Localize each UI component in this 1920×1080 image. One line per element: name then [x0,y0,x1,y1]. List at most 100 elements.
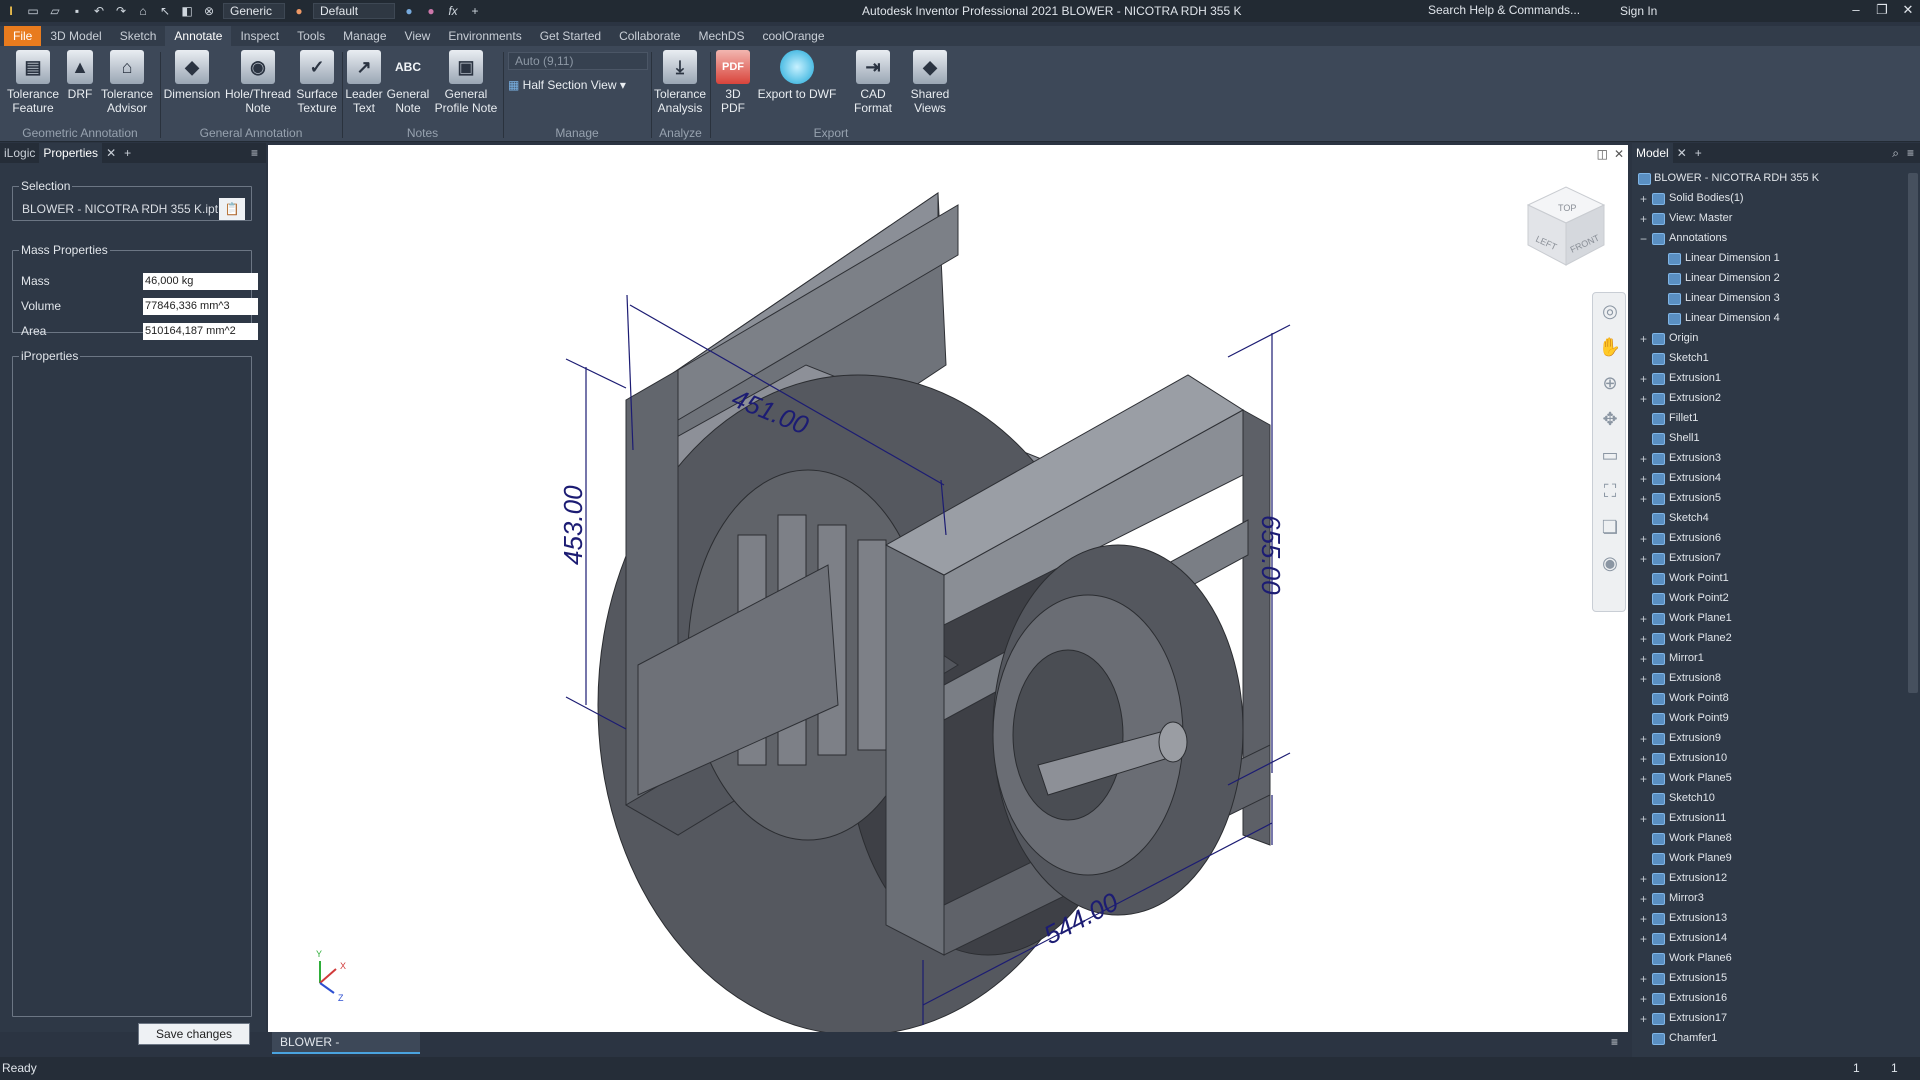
tree-item[interactable]: + Origin [1632,330,1902,348]
sign-in-link[interactable]: Sign In [1620,4,1657,18]
tree-item[interactable]: Work Point1 [1632,570,1902,588]
expand-toggle-icon[interactable]: + [1640,610,1649,628]
tree-item[interactable]: + Extrusion4 [1632,470,1902,488]
tree-item[interactable]: + Extrusion9 [1632,730,1902,748]
tree-item[interactable]: Fillet1 [1632,410,1902,428]
new-file-icon[interactable]: ▭ [26,4,40,18]
expand-toggle-icon[interactable]: + [1640,490,1649,508]
material-select[interactable]: Default [313,3,395,19]
tree-item[interactable]: Work Point8 [1632,690,1902,708]
expand-toggle-icon[interactable]: + [1640,910,1649,928]
export-dwf-button[interactable]: Export to DWF [756,50,838,101]
browser-scrollbar[interactable] [1908,173,1918,693]
surface-texture-button[interactable]: ✓ Surface Texture [294,50,340,115]
parameters-icon[interactable]: fx [446,4,460,18]
expand-toggle-icon[interactable]: + [1640,870,1649,888]
add-model-tab-icon[interactable]: + [1691,143,1706,163]
open-icon[interactable]: ▱ [48,4,62,18]
tree-item[interactable]: + Work Plane1 [1632,610,1902,628]
inventor-logo-icon[interactable]: I [4,4,18,18]
pan-icon[interactable]: ✋ [1593,329,1627,365]
add-icon[interactable]: + [468,4,482,18]
expand-toggle-icon[interactable]: + [1640,550,1649,568]
expand-toggle-icon[interactable]: + [1640,810,1649,828]
cad-format-button[interactable]: ⇥ CAD Format [840,50,906,115]
tree-item[interactable]: Chamfer1 [1632,1030,1902,1048]
3d-pdf-button[interactable]: PDF 3D PDF [712,50,754,115]
tree-item[interactable]: + Extrusion14 [1632,930,1902,948]
tree-item[interactable]: + Solid Bodies(1) [1632,190,1902,208]
tab-coolorange[interactable]: coolOrange [753,26,833,46]
area-field[interactable]: 510164,187 mm^2 [143,323,258,340]
tree-item[interactable]: + Extrusion10 [1632,750,1902,768]
tree-item[interactable]: Work Plane9 [1632,850,1902,868]
viewcube-top[interactable]: TOP [1558,203,1576,213]
expand-toggle-icon[interactable]: + [1640,730,1649,748]
hole-thread-note-button[interactable]: ◉ Hole/Thread Note [224,50,292,115]
expand-toggle-icon[interactable]: + [1640,210,1649,228]
dim-453-value[interactable]: 453.00 [558,485,588,565]
close-viewport-icon[interactable]: ✕ [1614,147,1624,161]
tree-item[interactable]: + Extrusion1 [1632,370,1902,388]
tab-annotate[interactable]: Annotate [165,26,232,46]
panel-menu-icon[interactable]: ≡ [247,143,266,163]
expand-toggle-icon[interactable]: + [1640,530,1649,548]
save-changes-button[interactable]: Save changes [138,1023,250,1045]
viewcube[interactable]: TOP LEFT FRONT [1526,186,1606,266]
tree-item[interactable]: Work Point9 [1632,710,1902,728]
maximize-viewport-icon[interactable]: ◫ [1597,147,1608,161]
expand-toggle-icon[interactable]: + [1640,770,1649,788]
expand-toggle-icon[interactable]: + [1640,390,1649,408]
restore-icon[interactable]: ❐ [1872,2,1892,20]
tree-item[interactable]: + Extrusion6 [1632,530,1902,548]
orbit-icon[interactable]: ✥ [1593,401,1627,437]
mass-field[interactable]: 46,000 kg [143,273,258,290]
free-orbit-icon[interactable]: ◉ [1593,545,1627,581]
tree-item[interactable]: + Extrusion11 [1632,810,1902,828]
tolerance-advisor-button[interactable]: ⌂ Tolerance Advisor [98,50,156,115]
tree-item[interactable]: Work Point2 [1632,590,1902,608]
tree-item[interactable]: + Mirror1 [1632,650,1902,668]
redo-icon[interactable]: ↷ [114,4,128,18]
tree-item[interactable]: + Work Plane2 [1632,630,1902,648]
steering-wheel-icon[interactable]: ◎ [1593,293,1627,329]
tree-item[interactable]: + Extrusion7 [1632,550,1902,568]
expand-toggle-icon[interactable]: + [1640,630,1649,648]
tree-item[interactable]: + Mirror3 [1632,890,1902,908]
help-search-input[interactable]: Search Help & Commands... [1428,3,1588,19]
expand-toggle-icon[interactable]: + [1640,750,1649,768]
clipboard-button[interactable]: 📋 [219,198,245,220]
shared-views-button[interactable]: ◆ Shared Views [908,50,952,115]
volume-field[interactable]: 77846,336 mm^3 [143,298,258,315]
expand-toggle-icon[interactable]: + [1640,450,1649,468]
close-tab-icon[interactable]: ✕ [102,143,120,163]
zoom-all-icon[interactable]: ⛶ [1593,473,1627,509]
doc-tab-blower[interactable]: BLOWER - NICOT...ipt✕ [272,1032,420,1069]
tree-item[interactable]: + Extrusion16 [1632,990,1902,1008]
tree-item[interactable]: + Extrusion8 [1632,670,1902,688]
tree-item[interactable]: Sketch10 [1632,790,1902,808]
select-icon[interactable]: ↖ [158,4,172,18]
browser-menu-icon[interactable]: ≡ [1903,143,1920,163]
doc-menu-icon[interactable]: ≡ [1611,1035,1618,1049]
auto-select[interactable]: Auto (9,11) [508,52,648,70]
tree-item[interactable]: Sketch4 [1632,510,1902,528]
expand-toggle-icon[interactable]: + [1640,890,1649,908]
tab-3d-model[interactable]: 3D Model [41,26,110,46]
tolerance-analysis-button[interactable]: ⤓ Tolerance Analysis [652,50,708,115]
browser-search-icon[interactable]: ⌕ [1888,143,1903,163]
zoom-icon[interactable]: ⊕ [1593,365,1627,401]
look-at-icon[interactable]: ▭ [1593,437,1627,473]
expand-toggle-icon[interactable]: + [1640,370,1649,388]
update-icon[interactable]: ◧ [180,4,194,18]
expand-toggle-icon[interactable]: + [1640,670,1649,688]
tree-item[interactable]: − Annotations [1632,230,1902,248]
tree-item[interactable]: Work Plane6 [1632,950,1902,968]
dim-655-value[interactable]: 655.00 [1256,515,1286,595]
tab-tools[interactable]: Tools [288,26,334,46]
drf-button[interactable]: ▲ DRF [64,50,96,101]
tree-item[interactable]: + Extrusion12 [1632,870,1902,888]
color-wheel-icon[interactable]: ● [292,4,306,18]
graphics-viewport[interactable]: 451.00 453.00 655.00 544.00 TOP LEFT FRO… [268,145,1628,1036]
tab-collaborate[interactable]: Collaborate [610,26,689,46]
